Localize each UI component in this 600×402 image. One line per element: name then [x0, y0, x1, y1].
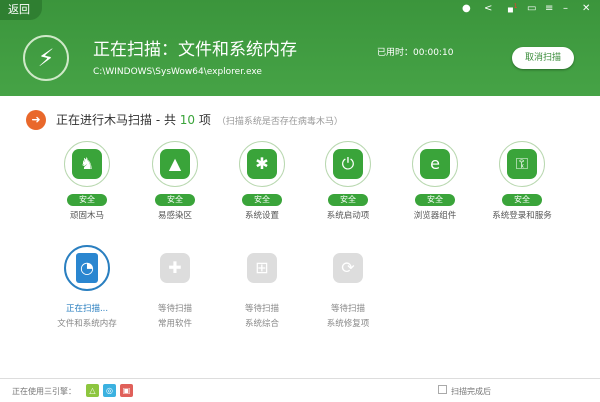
ie-icon: e: [420, 149, 450, 179]
scan-item: ⊞ 等待扫描系统综合: [217, 245, 307, 329]
software-icon: ✚: [160, 253, 190, 283]
windows-icon: ⊞: [247, 253, 277, 283]
item-circle: ▲: [152, 141, 198, 187]
scan-item: ⏻ 安全系统启动项: [303, 141, 393, 221]
engine-1-icon[interactable]: △: [86, 384, 99, 397]
item-status: 等待扫描: [157, 304, 192, 314]
scan-item: ✱ 安全系统设置: [217, 141, 307, 221]
item-circle: ◔: [64, 245, 110, 291]
item-circle: e: [412, 141, 458, 187]
cancel-scan-button[interactable]: 取消扫描: [512, 47, 574, 69]
notification-count: 1: [513, 3, 518, 10]
status-badge: 安全: [242, 194, 282, 206]
scan-item: ⚿ 安全系统登录和服务: [477, 141, 567, 221]
item-count: 10: [179, 113, 196, 127]
item-circle: ✱: [239, 141, 285, 187]
notification-icon[interactable]: ▪1: [507, 3, 518, 15]
scan-item: ♞ 安全顽固木马: [42, 141, 132, 221]
skin-icon[interactable]: ●: [462, 3, 471, 14]
scan-item: ◔ 正在扫描... 文件和系统内存: [42, 245, 132, 329]
footer: 正在使用三引擎： △ ◎ ▣ 扫描完成后: [0, 378, 600, 402]
status-badge: 安全: [502, 194, 542, 206]
after-scan-checkbox[interactable]: [438, 385, 447, 394]
item-circle: ⚿: [499, 141, 545, 187]
minimize-icon[interactable]: –: [563, 3, 568, 14]
share-icon[interactable]: <: [484, 3, 492, 14]
item-circle: ⊞: [239, 245, 285, 291]
section-unit: 项: [195, 113, 211, 127]
key-door-icon: ⚿: [507, 149, 537, 179]
elapsed-time: 已用时：00:00:10: [377, 48, 454, 58]
menu-icon[interactable]: ≡: [545, 3, 553, 14]
repair-icon: ⟳: [333, 253, 363, 283]
warning-triangle-icon: ▲: [160, 149, 190, 179]
item-label: 系统设置: [244, 211, 279, 221]
lightning-icon: ⚡: [23, 35, 69, 81]
after-scan-label: 扫描完成后: [451, 387, 491, 396]
scan-item: ✚ 等待扫描常用软件: [130, 245, 220, 329]
item-label: 系统修复项: [326, 319, 370, 329]
engine-2-icon[interactable]: ◎: [103, 384, 116, 397]
item-status: 正在扫描...: [65, 304, 109, 314]
feedback-icon[interactable]: ▭: [527, 3, 536, 14]
section-hint: （扫描系统是否存在病毒木马）: [216, 117, 343, 127]
close-icon[interactable]: ✕: [582, 3, 590, 14]
item-circle: ⟳: [325, 245, 371, 291]
windows-gear-icon: ✱: [247, 149, 277, 179]
status-badge: 安全: [415, 194, 455, 206]
scan-item: ⟳ 等待扫描系统修复项: [303, 245, 393, 329]
scan-item: ▲ 安全易感染区: [130, 141, 220, 221]
header: 返回 ● < ▪1 ▭ ≡ – ✕ ⚡ 正在扫描：文件和系统内存 C:\WIND…: [0, 0, 600, 96]
item-label: 文件和系统内存: [57, 319, 117, 329]
item-label: 顽固木马: [69, 211, 104, 221]
engine-3-icon[interactable]: ▣: [120, 384, 133, 397]
scan-item: e 安全浏览器组件: [390, 141, 480, 221]
item-label: 浏览器组件: [413, 211, 457, 221]
horse-icon: ♞: [72, 149, 102, 179]
item-status: 等待扫描: [244, 304, 279, 314]
item-label: 易感染区: [157, 211, 192, 221]
back-button[interactable]: 返回: [0, 0, 42, 20]
page-title: 正在扫描：文件和系统内存: [93, 40, 297, 60]
item-status: 等待扫描: [330, 304, 365, 314]
item-circle: ♞: [64, 141, 110, 187]
engines-label: 正在使用三引擎：: [12, 387, 76, 396]
section-title-text: 正在进行木马扫描 - 共: [56, 113, 180, 127]
item-label: 系统综合: [244, 319, 279, 329]
item-label: 系统启动项: [326, 211, 370, 221]
item-label: 常用软件: [157, 319, 192, 329]
file-chart-icon: ◔: [76, 253, 98, 283]
power-icon: ⏻: [333, 149, 363, 179]
trojan-icon: ➜: [26, 110, 46, 130]
status-badge: 安全: [155, 194, 195, 206]
status-badge: 安全: [328, 194, 368, 206]
item-label: 系统登录和服务: [492, 211, 552, 221]
item-circle: ⏻: [325, 141, 371, 187]
scan-path: C:\WINDOWS\SysWow64\explorer.exe: [93, 67, 262, 77]
status-badge: 安全: [67, 194, 107, 206]
item-circle: ✚: [152, 245, 198, 291]
section-title: 正在进行木马扫描 - 共 10 项 （扫描系统是否存在病毒木马）: [56, 111, 343, 128]
